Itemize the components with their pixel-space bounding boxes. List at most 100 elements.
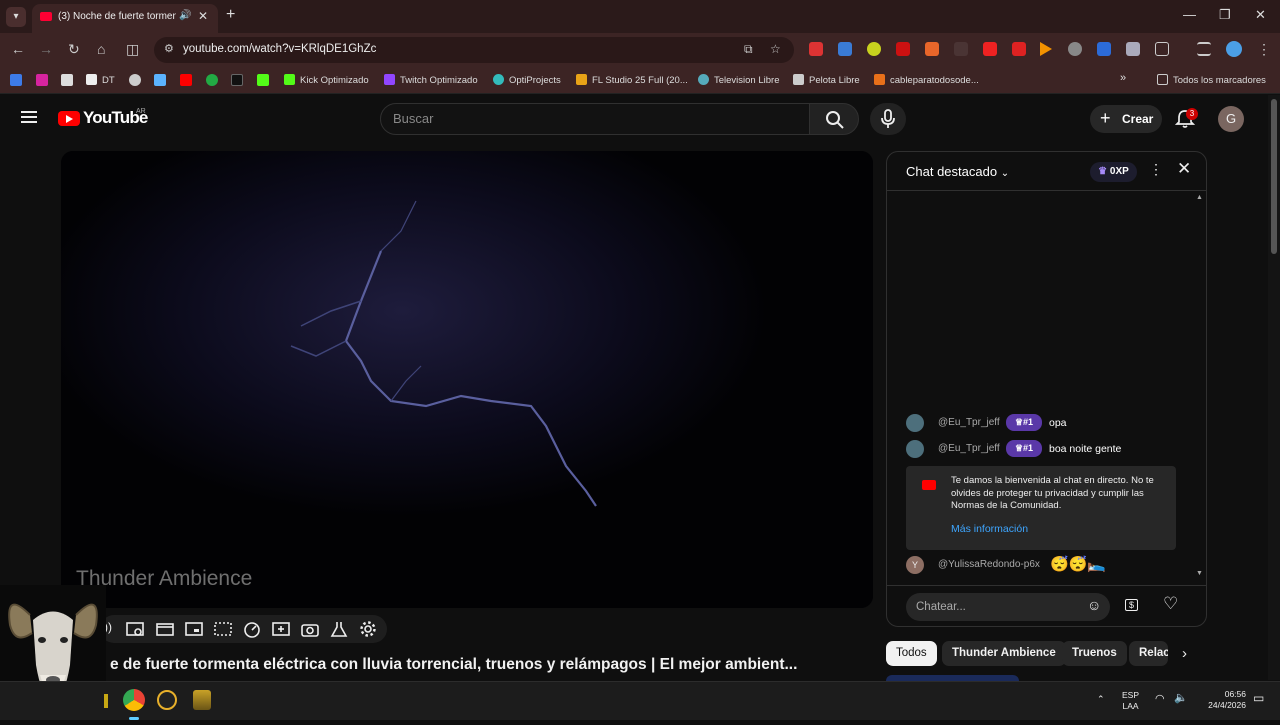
all-bookmarks-folder[interactable]: Todos los marcadores xyxy=(1157,74,1266,86)
emoji-icon[interactable]: ☺ xyxy=(1087,597,1101,613)
chat-username[interactable]: @Eu_Tpr_jeff xyxy=(938,417,1000,428)
install-app-icon[interactable]: ⧉ xyxy=(744,42,753,57)
chrome-icon[interactable] xyxy=(123,689,145,711)
chip-todos[interactable]: Todos xyxy=(886,641,937,666)
notification-center-icon[interactable]: ▭ xyxy=(1253,692,1264,704)
x-icon[interactable] xyxy=(231,74,243,86)
back-icon[interactable]: ← xyxy=(11,41,25,57)
instagram-icon[interactable] xyxy=(36,74,48,86)
extension-glasses-icon[interactable] xyxy=(1068,42,1082,56)
account-avatar[interactable]: G xyxy=(1218,106,1244,132)
language-indicator[interactable]: ESP LAA xyxy=(1122,690,1139,712)
tab-search-button[interactable]: ▾ xyxy=(6,7,26,27)
extensions-puzzle-icon[interactable] xyxy=(1155,42,1169,56)
heart-icon[interactable]: ♡ xyxy=(1163,594,1178,614)
media-controls-icon[interactable] xyxy=(1197,42,1211,56)
new-tab-button[interactable]: + xyxy=(226,6,235,24)
bookmarks-overflow-button[interactable]: » xyxy=(1120,72,1126,84)
address-bar[interactable]: ⚙ youtube.com/watch?v=KRlqDE1GhZc ⧉ ☆ xyxy=(154,37,794,63)
bookmark-kick[interactable]: Kick Optimizado xyxy=(284,74,369,86)
create-button[interactable]: + Crear xyxy=(1090,105,1162,133)
extension-yellow-icon[interactable] xyxy=(867,42,881,56)
url-text[interactable]: youtube.com/watch?v=KRlqDE1GhZc xyxy=(183,43,376,55)
lol-client-icon[interactable] xyxy=(193,690,211,710)
bookmark-optiprojects[interactable]: OptiProjects xyxy=(493,74,561,86)
forward-icon[interactable]: → xyxy=(39,41,53,57)
extension-translate-icon[interactable] xyxy=(838,42,852,56)
search-box[interactable] xyxy=(380,103,810,135)
extension-wave-icon[interactable] xyxy=(1097,42,1111,56)
clock[interactable]: 06:56 24/4/2026 xyxy=(1198,689,1246,711)
reload-icon[interactable]: ↻ xyxy=(68,41,80,58)
cinema-mode-icon[interactable] xyxy=(156,620,174,638)
chip-truenos[interactable]: Truenos xyxy=(1062,641,1127,666)
chat-input[interactable] xyxy=(906,593,1110,621)
browser-menu-icon[interactable]: ⋮ xyxy=(1257,41,1271,58)
youtube-logo-icon[interactable] xyxy=(58,111,80,126)
extension-shield-icon[interactable] xyxy=(1126,42,1140,56)
extension-video-icon[interactable] xyxy=(983,42,997,56)
more-info-link[interactable]: Más información xyxy=(951,523,1028,535)
chat-mode-dropdown[interactable]: Chat destacado ⌄ xyxy=(906,164,1009,179)
window-close-icon[interactable]: ✕ xyxy=(1255,7,1266,23)
chat-more-options-icon[interactable]: ⋮ xyxy=(1149,161,1163,178)
audio-waves-icon[interactable]: )) xyxy=(104,620,122,638)
bookmark-1-icon[interactable] xyxy=(10,74,22,86)
chip-thunder-ambience[interactable]: Thunder Ambience xyxy=(942,641,1066,666)
ambient-view-icon[interactable] xyxy=(126,620,144,638)
menu-icon[interactable] xyxy=(21,111,37,123)
maximize-icon[interactable]: ❐ xyxy=(1219,7,1231,23)
site-info-icon[interactable]: ⚙ xyxy=(164,42,174,55)
search-input[interactable] xyxy=(393,111,793,126)
speaker-icon[interactable]: 🔊 xyxy=(179,10,191,21)
chatgpt-icon[interactable] xyxy=(129,74,141,86)
bookmark-cloud-icon[interactable] xyxy=(154,74,166,86)
chip-related[interactable]: Relac xyxy=(1129,641,1168,666)
extension-red-icon[interactable] xyxy=(896,42,910,56)
tab-close-icon[interactable]: ✕ xyxy=(198,9,208,23)
extension-youtube-icon[interactable] xyxy=(809,42,823,56)
video-player[interactable]: Thunder Ambience xyxy=(61,151,873,608)
chips-next-chevron-icon[interactable]: › xyxy=(1182,645,1187,662)
profile-icon[interactable] xyxy=(1226,41,1242,57)
chat-scroll-down-icon[interactable]: ▼ xyxy=(1196,570,1203,577)
chat-close-icon[interactable]: ✕ xyxy=(1177,159,1191,179)
settings-gear-icon[interactable] xyxy=(359,620,377,638)
youtube-bookmark-icon[interactable] xyxy=(180,74,192,86)
home-icon[interactable]: ⌂ xyxy=(97,41,105,57)
scrollbar-thumb[interactable] xyxy=(1271,99,1277,254)
split-view-icon[interactable]: ◫ xyxy=(126,41,139,58)
volume-icon[interactable]: 🔈 xyxy=(1174,693,1188,704)
taskbar-app-yellow-icon[interactable] xyxy=(104,694,108,708)
gmail-icon[interactable] xyxy=(61,74,73,86)
extension-orange-icon[interactable] xyxy=(925,42,939,56)
page-scrollbar[interactable] xyxy=(1268,95,1280,680)
chat-username[interactable]: @YulissaRedondo-p6x xyxy=(938,559,1040,570)
bookmark-cableparatodos[interactable]: cableparatodosode... xyxy=(874,74,979,86)
bookmark-dt[interactable]: DT xyxy=(86,74,115,86)
xp-badge[interactable]: ♛ 0XP xyxy=(1090,162,1137,182)
browser-tab-active[interactable]: (3) Noche de fuerte tormenta eléctrica c… xyxy=(32,4,218,33)
chat-username[interactable]: @Eu_Tpr_jeff xyxy=(938,443,1000,454)
bookmark-twitch[interactable]: Twitch Optimizado xyxy=(384,74,478,86)
extension-bug-icon[interactable] xyxy=(954,42,968,56)
bookmark-fl-studio[interactable]: FL Studio 25 Full (20... xyxy=(576,74,688,86)
fullscreen-frame-icon[interactable] xyxy=(214,620,232,638)
bookmark-television-libre[interactable]: Television Libre xyxy=(698,74,779,86)
search-button[interactable] xyxy=(809,103,859,135)
tray-overflow-icon[interactable]: ⌃ xyxy=(1097,694,1105,705)
obs-icon[interactable] xyxy=(157,690,177,710)
kick-icon[interactable] xyxy=(257,74,269,86)
picture-in-picture-icon[interactable] xyxy=(272,620,290,638)
wifi-icon[interactable]: ◠ xyxy=(1155,694,1165,705)
theater-mode-icon[interactable] xyxy=(185,620,203,638)
speed-icon[interactable] xyxy=(243,620,261,638)
super-chat-icon[interactable]: $ xyxy=(1125,599,1139,611)
voice-search-button[interactable] xyxy=(870,103,906,135)
chat-scroll-up-icon[interactable]: ▲ xyxy=(1196,194,1203,201)
bookmark-pelota-libre[interactable]: Pelota Libre xyxy=(793,74,860,86)
flask-icon[interactable] xyxy=(330,620,348,638)
screenshot-camera-icon[interactable] xyxy=(301,620,319,638)
bookmark-green-icon[interactable] xyxy=(206,74,218,86)
extension-play-icon[interactable] xyxy=(1040,42,1052,56)
